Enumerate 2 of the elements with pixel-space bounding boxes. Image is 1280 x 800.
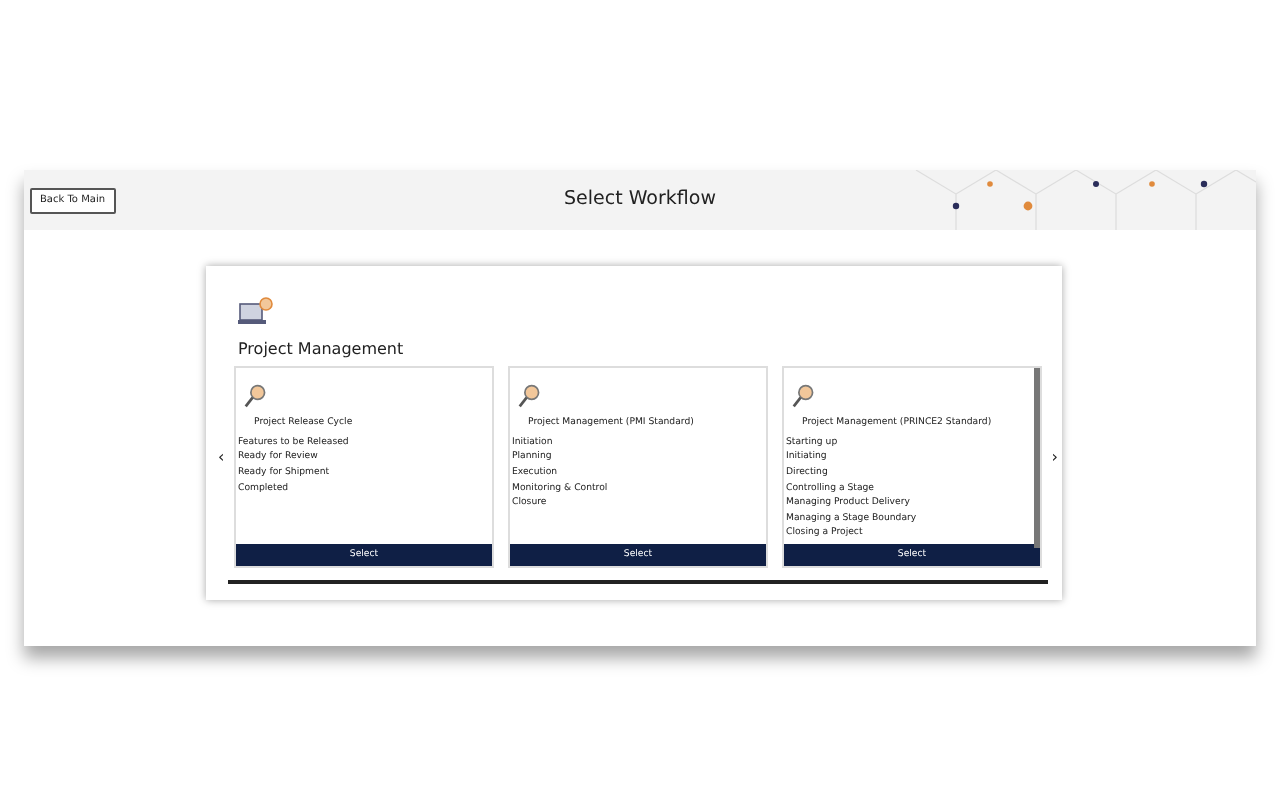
page-title: Select Workflow xyxy=(564,187,716,210)
category-title: Project Management xyxy=(238,338,406,362)
